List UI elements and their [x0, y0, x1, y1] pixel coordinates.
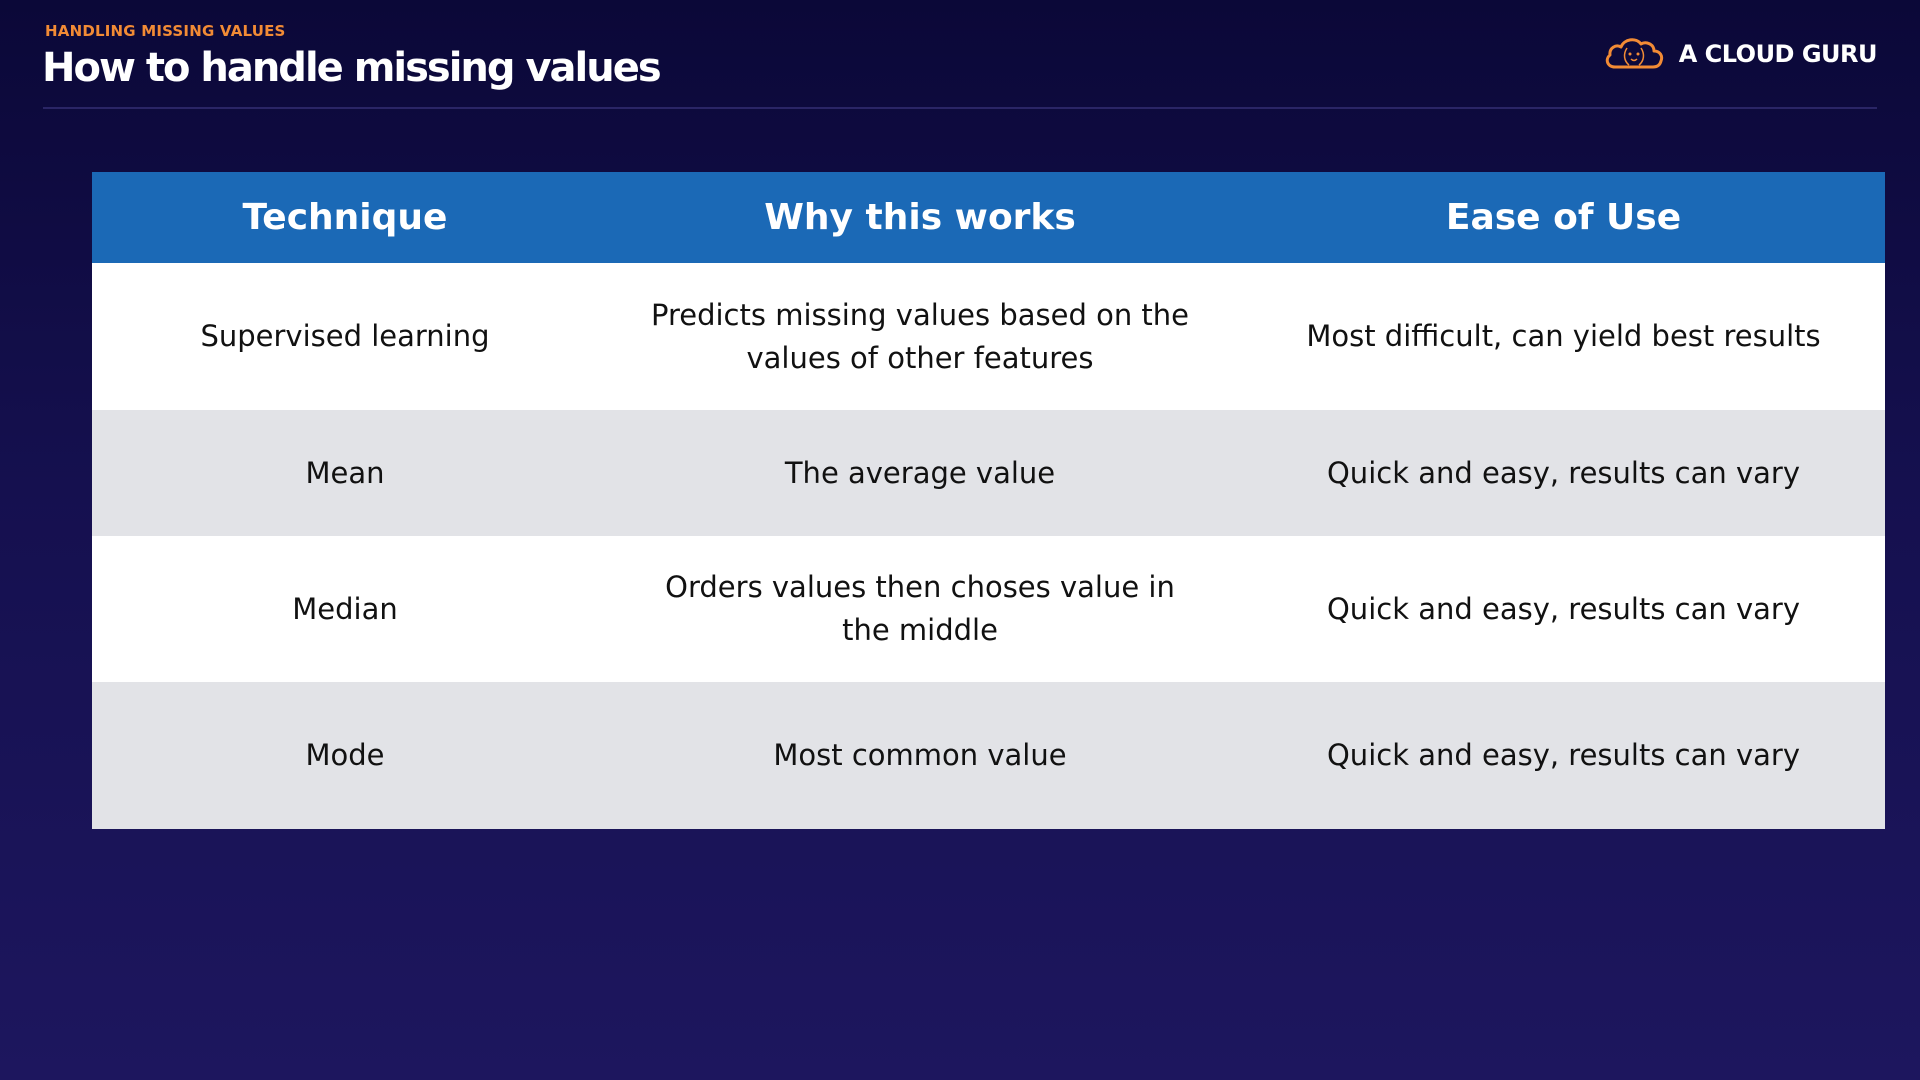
- table-row: Mode Most common value Quick and easy, r…: [92, 682, 1885, 829]
- missing-values-table: Technique Why this works Ease of Use Sup…: [92, 172, 1885, 829]
- page-title: How to handle missing values: [42, 45, 662, 91]
- column-header-ease: Ease of Use: [1445, 197, 1682, 238]
- cloud-logo-icon: [1605, 38, 1663, 69]
- table-row: Median Orders values then choses value i…: [92, 536, 1885, 682]
- why-cell: The average value: [784, 455, 1056, 490]
- section-eyebrow: HANDLING MISSING VALUES: [45, 22, 286, 40]
- brand: A CLOUD GURU: [1603, 34, 1878, 74]
- technique-cell: Mode: [305, 738, 385, 772]
- why-cell: Orders values then choses value in the m…: [665, 570, 1175, 647]
- ease-cell: Quick and easy, results can vary: [1326, 738, 1801, 772]
- ease-cell: Quick and easy, results can vary: [1326, 591, 1801, 626]
- table-row: Supervised learning Predicts missing val…: [92, 263, 1885, 410]
- brand-name: A CLOUD GURU: [1678, 40, 1878, 68]
- technique-cell: Median: [292, 591, 398, 626]
- table-row: Mean The average value Quick and easy, r…: [92, 410, 1885, 536]
- why-cell: Predicts missing values based on the val…: [650, 297, 1190, 375]
- technique-cell: Mean: [305, 455, 385, 490]
- ease-cell: Quick and easy, results can vary: [1326, 455, 1801, 490]
- header-divider: [43, 107, 1877, 109]
- table-header-row: Technique Why this works Ease of Use: [92, 172, 1885, 263]
- column-header-technique: Technique: [242, 197, 448, 238]
- why-cell: Most common value: [773, 738, 1067, 772]
- ease-cell: Most difficult, can yield best results: [1306, 319, 1821, 353]
- column-header-why: Why this works: [764, 197, 1076, 238]
- table-body: Supervised learning Predicts missing val…: [92, 263, 1885, 829]
- technique-cell: Supervised learning: [200, 319, 490, 353]
